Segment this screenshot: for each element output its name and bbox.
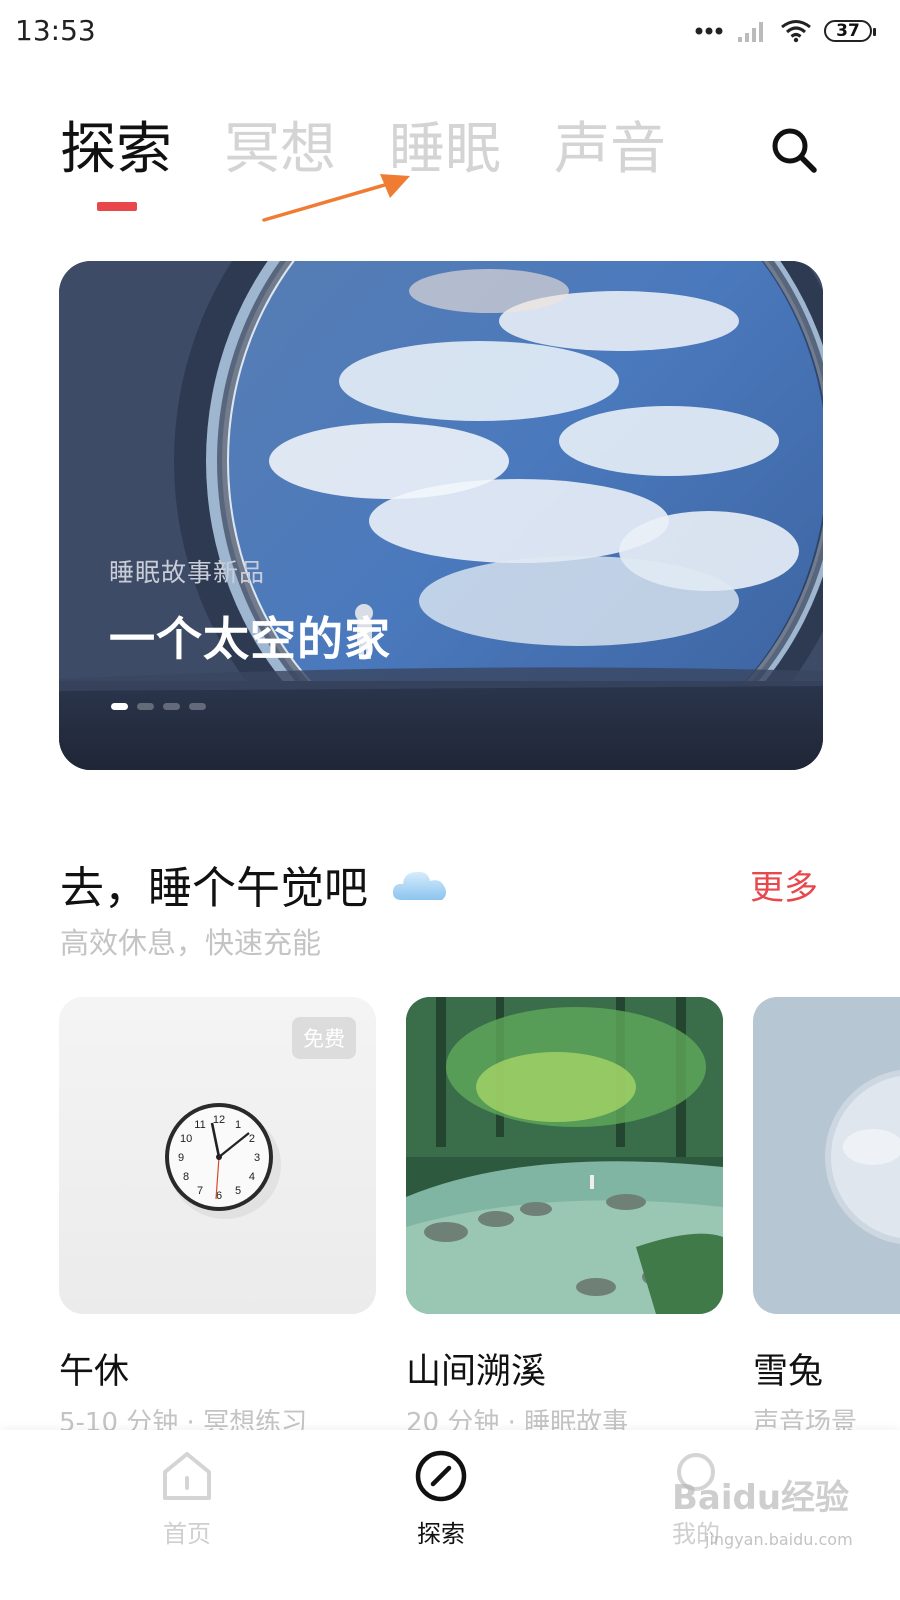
- annotation-arrow: [262, 174, 410, 222]
- active-tab-indicator: [97, 202, 137, 211]
- wifi-icon: [781, 20, 811, 43]
- nav-label: 首页: [163, 1520, 211, 1548]
- carousel-dot[interactable]: [163, 703, 180, 710]
- home-icon: [163, 1452, 211, 1500]
- compass-icon: [415, 1450, 467, 1502]
- carousel-dot[interactable]: [111, 703, 128, 710]
- free-badge: 免费: [292, 1017, 356, 1059]
- battery-indicator: 37: [824, 20, 876, 42]
- content-card[interactable]: 山间溯溪 20 分钟 · 睡眠故事: [406, 997, 723, 1438]
- nav-home[interactable]: 首页: [87, 1430, 287, 1600]
- clock-numeral: 4: [249, 1171, 255, 1183]
- search-icon[interactable]: [768, 124, 820, 176]
- clock-numeral: 10: [180, 1133, 192, 1145]
- banner-title: 一个太空的家: [109, 612, 391, 666]
- more-dots-icon: [695, 27, 723, 35]
- status-time: 13:53: [15, 14, 96, 47]
- content-card[interactable]: 12 1 2 3 4 5 6 7 8 9 10 11 免费 午休 5-10 分钟 · 冥想练习: [59, 997, 376, 1438]
- featured-banner[interactable]: 睡眠故事新品 一个太空的家: [59, 261, 823, 770]
- tab-sound[interactable]: 声音: [554, 112, 666, 188]
- clock-numeral: 5: [235, 1185, 241, 1197]
- carousel-dot[interactable]: [189, 703, 206, 710]
- cloud-icon: [392, 871, 447, 900]
- clock-numeral: 8: [183, 1171, 189, 1183]
- tab-explore[interactable]: 探索: [60, 112, 172, 188]
- status-icons: 37: [694, 16, 876, 46]
- status-bar: 13:53 37: [0, 0, 900, 64]
- clock-numeral: 12: [213, 1114, 225, 1126]
- snow-moon-image: [825, 1069, 900, 1245]
- more-link[interactable]: 更多: [750, 860, 818, 909]
- banner-subtitle: 睡眠故事新品: [109, 558, 266, 587]
- card-title: 山间溯溪: [406, 1352, 547, 1392]
- banner-artwork: [59, 261, 823, 770]
- card-image: [406, 997, 723, 1314]
- carousel-indicator: [111, 703, 206, 710]
- nav-explore[interactable]: 探索: [341, 1430, 541, 1600]
- carousel-dot[interactable]: [137, 703, 154, 710]
- clock-numeral: 1: [235, 1119, 241, 1131]
- section-title: 去，睡个午觉吧: [60, 863, 368, 914]
- forest-stream-image: [406, 997, 723, 1314]
- clock-numeral: 2: [249, 1133, 255, 1145]
- clock-numeral: 11: [194, 1119, 205, 1131]
- content-card[interactable]: 雪兔 声音场景: [753, 997, 900, 1438]
- card-image: 12 1 2 3 4 5 6 7 8 9 10 11 免费: [59, 997, 376, 1314]
- watermark-logo: Baidu经验: [672, 1478, 850, 1518]
- clock-numeral: 9: [178, 1152, 184, 1164]
- card-image: [753, 997, 900, 1314]
- clock-numeral: 3: [254, 1152, 260, 1164]
- signal-icon: [738, 22, 763, 42]
- nav-label: 探索: [417, 1520, 465, 1548]
- clock-numeral: 7: [197, 1185, 203, 1197]
- section-subtitle: 高效休息，快速充能: [60, 926, 322, 960]
- card-title: 午休: [59, 1352, 130, 1392]
- card-title: 雪兔: [753, 1352, 824, 1392]
- watermark-url: jingyan.baidu.com: [705, 1530, 853, 1549]
